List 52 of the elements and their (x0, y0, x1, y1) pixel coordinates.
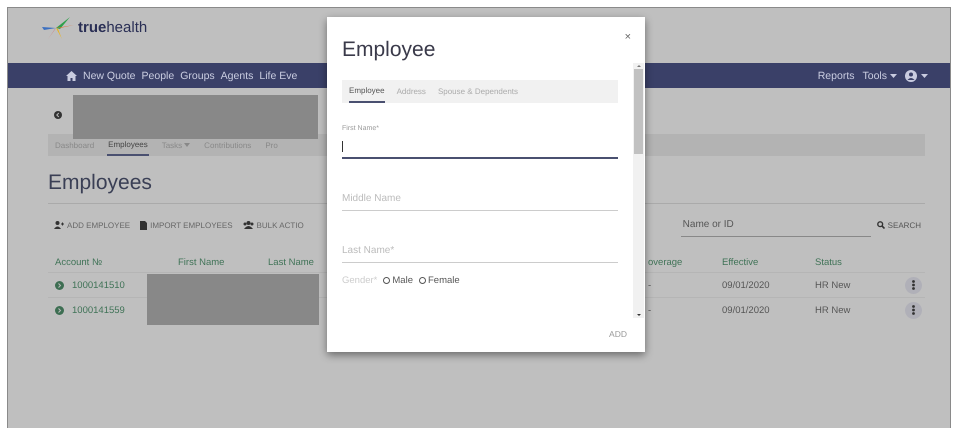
group-icon (242, 221, 254, 229)
add-button[interactable]: ADD (607, 327, 629, 341)
nav-link[interactable]: Groups (180, 70, 215, 82)
home-icon[interactable] (66, 70, 77, 80)
nav-link[interactable]: People (142, 70, 174, 82)
table-cell-text: HR New (814, 304, 852, 316)
nav-link[interactable]: Life Eve (259, 70, 298, 82)
page-title: Employees (48, 170, 153, 196)
column-header: First Name (177, 256, 226, 268)
nav-link[interactable]: New Quote (83, 70, 136, 82)
nav-link[interactable]: Reports (818, 70, 854, 82)
dialog-tab[interactable]: Spouse & Dependents (438, 80, 518, 103)
table-cell-text: HR New (814, 280, 852, 290)
table-cell-text: - (647, 280, 652, 290)
column-header: Effective (721, 256, 760, 268)
more-button[interactable] (905, 276, 922, 294)
account-number[interactable]: 1000141510 (72, 280, 125, 290)
expand-icon[interactable] (55, 280, 64, 290)
more-button[interactable] (905, 302, 922, 318)
kebab-icon (912, 280, 915, 290)
radio-option[interactable]: Male (383, 275, 413, 286)
column-header: Last Name (267, 256, 315, 268)
column-header: Status (814, 256, 843, 268)
close-button[interactable]: × (624, 31, 631, 43)
file-icon (140, 220, 148, 230)
dialog-title: Employee (342, 37, 436, 63)
dialog-tab[interactable]: Employee (349, 80, 385, 103)
back-icon[interactable] (54, 110, 62, 118)
toolbar-link[interactable]: BULK ACTIO (242, 220, 304, 230)
user-menu[interactable] (905, 70, 928, 82)
toolbar-link[interactable]: IMPORT EMPLOYEES (140, 220, 233, 230)
logo-text: truehealth (78, 19, 148, 36)
table-cell-text: - (647, 304, 652, 316)
add-user-icon (54, 221, 64, 229)
toolbar-link[interactable]: ADD EMPLOYEE (54, 220, 130, 230)
table-cell-text: 09/01/2020 (721, 304, 771, 316)
column-header: overage (647, 256, 684, 268)
dialog-tab[interactable]: Address (396, 80, 426, 103)
column-header: Account № (54, 256, 104, 268)
radio-option[interactable]: Female (418, 275, 460, 286)
search-button[interactable]: SEARCH (876, 220, 925, 230)
kebab-icon (912, 305, 915, 315)
logo-icon (40, 14, 76, 40)
sub-nav-tab[interactable]: Employees (107, 134, 149, 156)
nav-link[interactable]: Tools (862, 70, 897, 82)
search-field[interactable]: Name or ID (680, 213, 871, 237)
scrollbar[interactable] (633, 63, 644, 318)
search-icon (876, 221, 885, 229)
account-number[interactable]: 1000141559 (72, 304, 125, 316)
table-cell-text: 09/01/2020 (721, 280, 771, 290)
nav-link[interactable]: Agents (220, 70, 254, 82)
expand-icon[interactable] (55, 306, 64, 314)
